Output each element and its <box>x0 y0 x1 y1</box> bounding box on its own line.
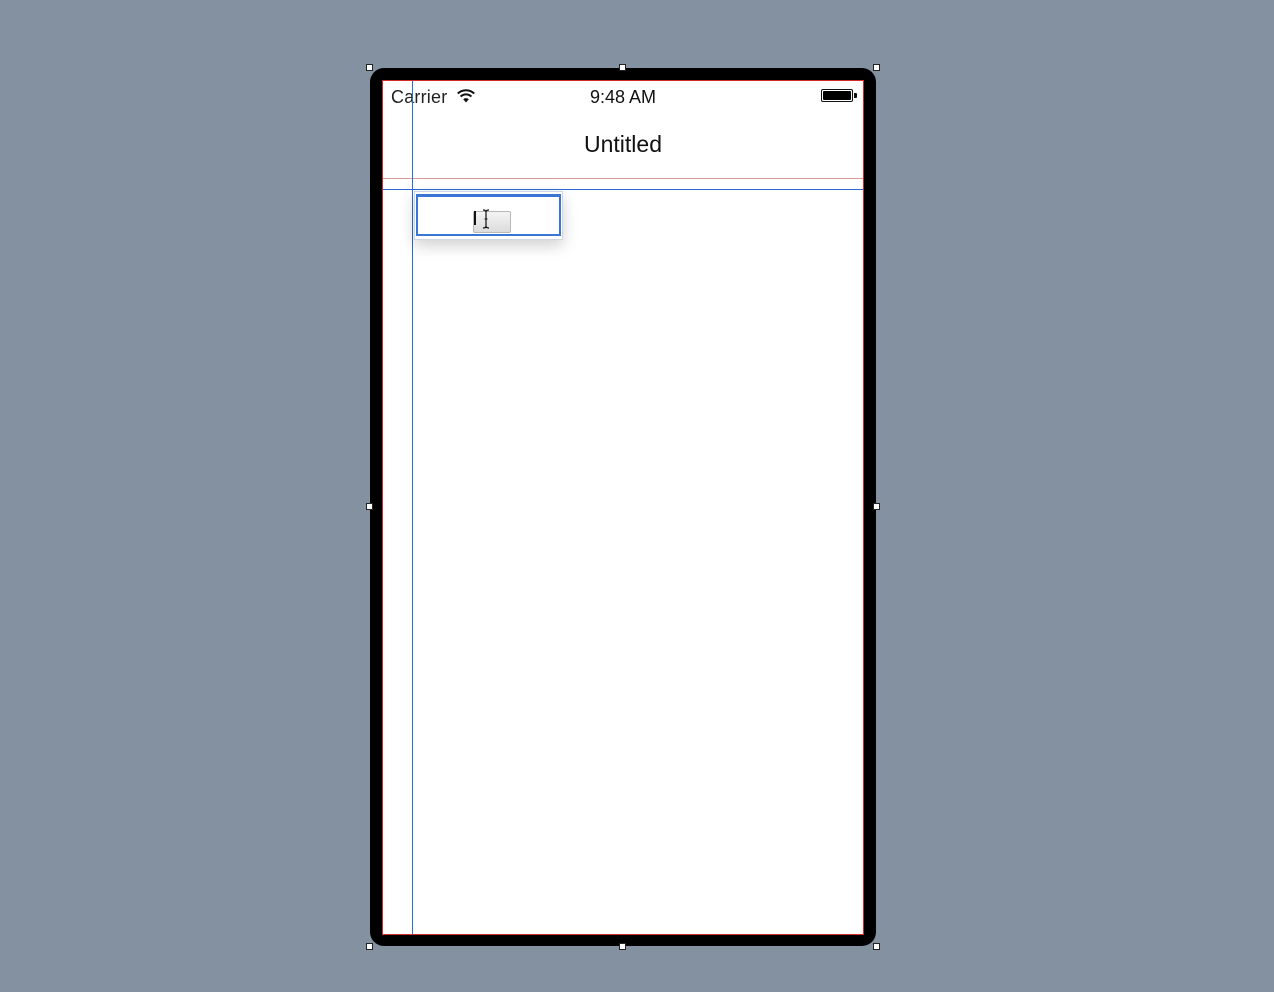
status-time: 9:48 AM <box>589 87 657 107</box>
alignment-guide-vertical <box>412 81 413 934</box>
status-bar: Carrier 9:48 AM <box>383 81 863 113</box>
text-input-chip[interactable] <box>473 211 511 233</box>
storyboard-canvas[interactable]: Carrier 9:48 AM Untitled <box>0 0 1274 992</box>
navigation-bar[interactable]: Untitled <box>383 113 863 179</box>
nav-title[interactable]: Untitled <box>383 131 863 158</box>
resize-handle-bottom-left[interactable] <box>366 943 373 950</box>
alignment-guide-horizontal <box>383 189 863 190</box>
resize-handle-bottom-right[interactable] <box>873 943 880 950</box>
i-beam-cursor-icon <box>482 209 490 229</box>
battery-tip <box>854 93 857 98</box>
text-caret <box>474 211 476 225</box>
resize-handle-middle-left[interactable] <box>366 503 373 510</box>
resize-handle-top-right[interactable] <box>873 64 880 71</box>
resize-handle-middle-right[interactable] <box>873 503 880 510</box>
battery-icon <box>821 89 853 102</box>
battery-level-fill <box>823 91 851 100</box>
resize-handle-top-left[interactable] <box>366 64 373 71</box>
resize-handle-top-center[interactable] <box>619 64 626 71</box>
resize-handle-bottom-center[interactable] <box>619 943 626 950</box>
text-field[interactable] <box>414 191 563 240</box>
